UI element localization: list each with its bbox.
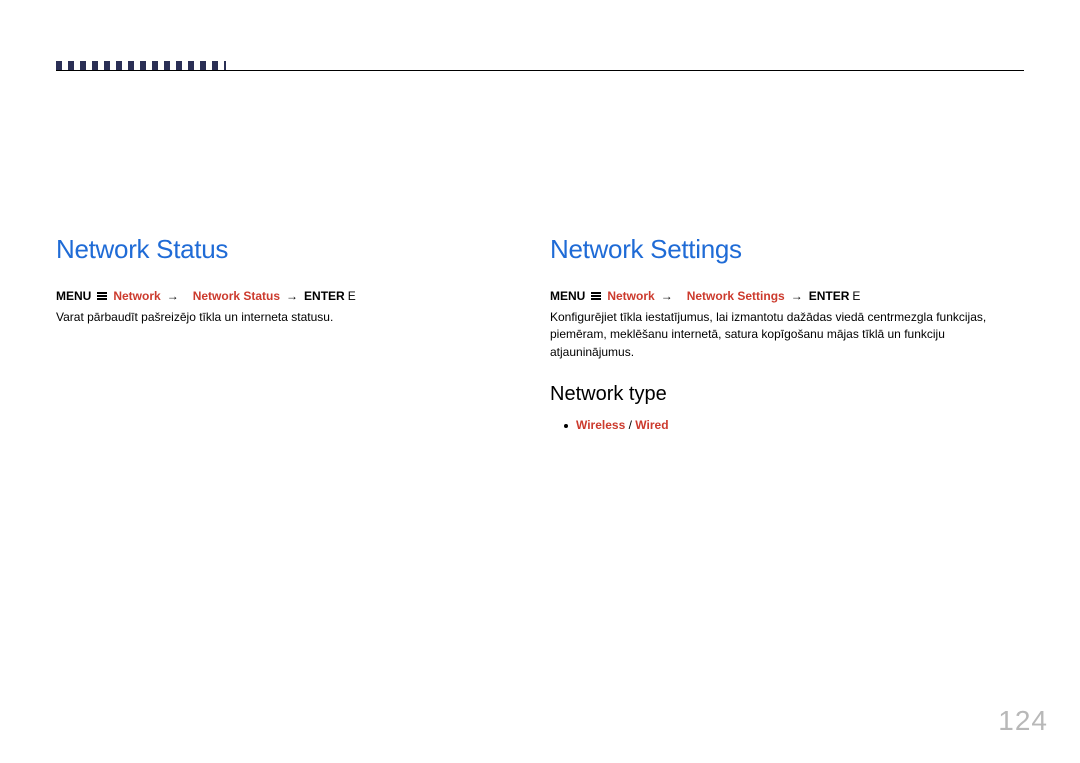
subheading-network-type: Network type bbox=[550, 383, 1024, 406]
enter-label: ENTER bbox=[304, 289, 345, 303]
menu-icon bbox=[97, 292, 107, 300]
option-wired: Wired bbox=[635, 418, 668, 432]
left-column: Network Status MENU Network → Network St… bbox=[56, 234, 496, 326]
bullet-icon bbox=[564, 424, 568, 428]
breadcrumb-network-status: MENU Network → Network Status → ENTER E bbox=[56, 289, 496, 303]
arrow-icon: → bbox=[286, 289, 298, 303]
right-column: Network Settings MENU Network → Network … bbox=[550, 234, 1024, 432]
header-rule bbox=[56, 70, 1024, 71]
menu-icon bbox=[591, 292, 601, 300]
header-decoration bbox=[56, 61, 226, 70]
breadcrumb-menu: MENU bbox=[56, 289, 91, 303]
breadcrumb-enter: ENTER E bbox=[304, 289, 356, 303]
option-wireless: Wireless bbox=[576, 418, 625, 432]
arrow-icon: → bbox=[661, 289, 673, 303]
breadcrumb-menu: MENU bbox=[550, 289, 585, 303]
heading-network-status: Network Status bbox=[56, 234, 496, 265]
breadcrumb-enter: ENTER E bbox=[809, 289, 861, 303]
page-number: 124 bbox=[998, 705, 1048, 737]
desc-network-settings: Konfigurējiet tīkla iestatījumus, lai iz… bbox=[550, 309, 1024, 361]
enter-key-icon: E bbox=[348, 289, 356, 303]
network-type-options: Wireless / Wired bbox=[550, 418, 1024, 432]
heading-network-settings: Network Settings bbox=[550, 234, 1024, 265]
breadcrumb-network: Network bbox=[607, 289, 654, 303]
enter-key-icon: E bbox=[852, 289, 860, 303]
breadcrumb-network: Network bbox=[113, 289, 160, 303]
breadcrumb-network-status-item: Network Status bbox=[193, 289, 280, 303]
enter-label: ENTER bbox=[809, 289, 850, 303]
arrow-icon: → bbox=[167, 289, 179, 303]
desc-network-status: Varat pārbaudīt pašreizējo tīkla un inte… bbox=[56, 309, 496, 326]
option-separator: / bbox=[629, 418, 632, 432]
breadcrumb-network-settings-item: Network Settings bbox=[687, 289, 785, 303]
arrow-icon: → bbox=[791, 289, 803, 303]
breadcrumb-network-settings: MENU Network → Network Settings → ENTER … bbox=[550, 289, 1024, 303]
